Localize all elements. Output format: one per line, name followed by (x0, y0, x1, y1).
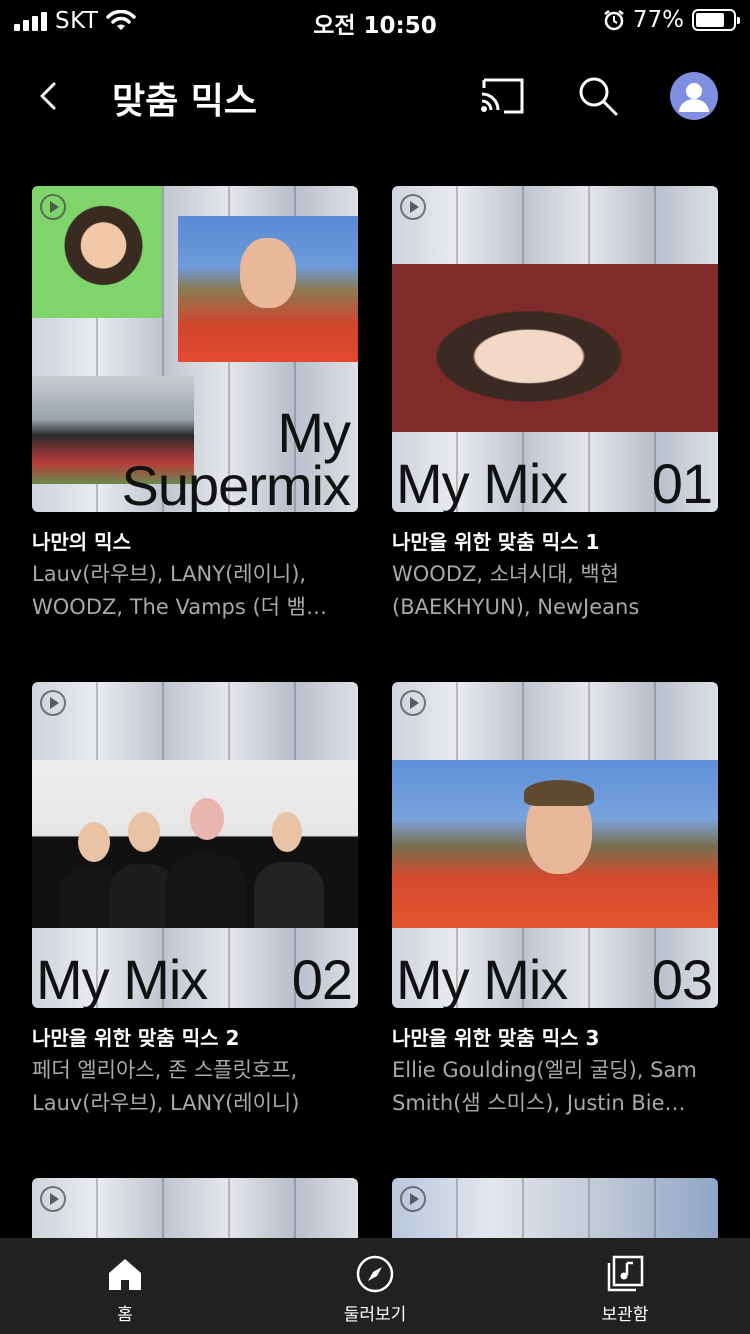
nav-home[interactable]: 홈 (0, 1238, 250, 1334)
mix-card-partial[interactable] (392, 1178, 718, 1238)
artist-photo (392, 264, 718, 432)
artist-photo (178, 216, 358, 362)
play-icon (40, 690, 66, 716)
cover-text: My Mix (396, 452, 568, 512)
page-title: 맞춤 믹스 (112, 81, 258, 122)
mix-title: 나만의 믹스 (32, 530, 131, 554)
mix-card-2[interactable]: My Mix 02 나만을 위한 맞춤 믹스 2 페더 엘리아스, 존 스플릿호… (32, 682, 358, 1120)
app-header: 맞춤 믹스 (0, 56, 750, 136)
mix-title: 나만을 위한 맞춤 믹스 1 (392, 530, 600, 554)
cover-text: My Mix (396, 948, 568, 1008)
bottom-navigation: 홈 둘러보기 보관함 (0, 1238, 750, 1334)
artist-photo (32, 760, 358, 928)
mix-card-supermix[interactable]: My Supermix 나만의 믹스 Lauv(라우브), LANY(레이니),… (32, 186, 358, 624)
mix-cover[interactable]: My Mix 01 (392, 186, 718, 512)
mix-title: 나만을 위한 맞춤 믹스 3 (392, 1026, 600, 1050)
mix-cover[interactable]: My Mix 02 (32, 682, 358, 1008)
mix-card-partial[interactable] (32, 1178, 358, 1238)
battery-icon (692, 9, 740, 31)
compass-icon (356, 1255, 394, 1293)
nav-explore-label: 둘러보기 (343, 1305, 407, 1325)
status-bar: SKT 오전 10:50 77% (0, 0, 750, 40)
play-icon (400, 690, 426, 716)
nav-library-label: 보관함 (601, 1305, 649, 1325)
cast-icon[interactable] (478, 74, 526, 116)
mix-cover[interactable]: My Supermix (32, 186, 358, 512)
cover-text: My Supermix (121, 400, 351, 512)
mix-title: 나만을 위한 맞춤 믹스 2 (32, 1026, 240, 1050)
back-button[interactable] (30, 76, 70, 116)
play-icon (40, 194, 66, 220)
search-button[interactable] (574, 72, 622, 120)
cover-number: 02 (291, 948, 353, 1008)
cover-number: 01 (651, 452, 713, 512)
alarm-icon (604, 10, 624, 31)
mix-cover[interactable]: My Mix 03 (392, 682, 718, 1008)
account-avatar[interactable] (670, 72, 718, 120)
nav-library[interactable]: 보관함 (500, 1238, 750, 1334)
play-icon (400, 194, 426, 220)
mix-artists: Ellie Goulding(엘리 굴딩), Sam Smith(샘 스미스),… (392, 1058, 697, 1115)
mix-artists: 페더 엘리아스, 존 스플릿호프, Lauv(라우브), LANY(레이니) (32, 1058, 300, 1115)
artist-photo (392, 760, 718, 928)
cover-number: 03 (651, 948, 713, 1008)
mix-card-3[interactable]: My Mix 03 나만을 위한 맞춤 믹스 3 Ellie Goulding(… (392, 682, 718, 1120)
mix-artists: Lauv(라우브), LANY(레이니), WOODZ, The Vamps (… (32, 562, 327, 619)
user-icon (679, 83, 709, 112)
cover-text: My Mix (36, 948, 208, 1008)
mix-artists: WOODZ, 소녀시대, 백현(BAEKHYUN), NewJeans (392, 562, 640, 619)
library-icon (607, 1255, 644, 1292)
nav-explore[interactable]: 둘러보기 (250, 1238, 500, 1334)
battery-percent: 77% (632, 7, 684, 33)
home-icon (109, 1259, 141, 1290)
nav-home-label: 홈 (117, 1305, 133, 1325)
play-icon (400, 1186, 426, 1212)
play-icon (40, 1186, 66, 1212)
mix-card-1[interactable]: My Mix 01 나만을 위한 맞춤 믹스 1 WOODZ, 소녀시대, 백현… (392, 186, 718, 624)
